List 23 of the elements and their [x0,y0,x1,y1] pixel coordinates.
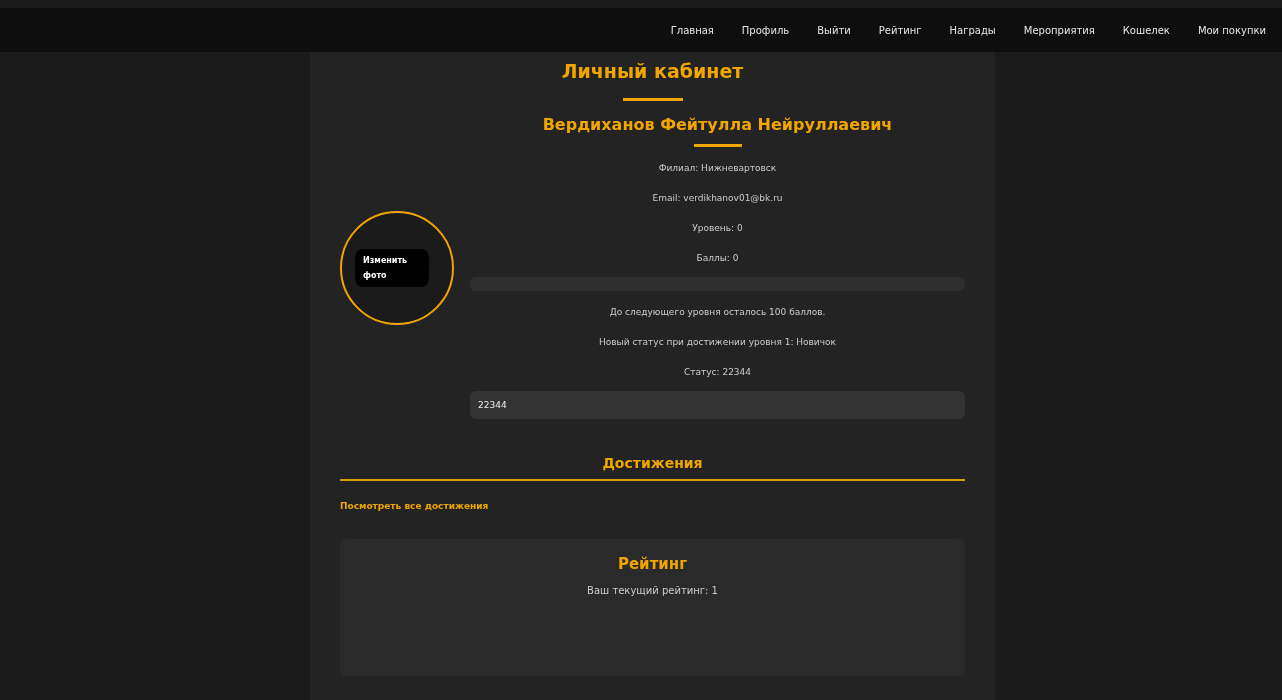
nav-link[interactable]: Кошелек [1108,24,1184,36]
nav-link[interactable]: Главная [656,24,728,36]
info-text: Email: verdikhanov01@bk.ru [652,193,783,203]
nav-link[interactable]: Профиль [727,24,804,36]
page-title: Личный кабинет [560,60,745,82]
info-text: Уровень: 0 [692,223,743,233]
section-title: Достижения [601,455,704,471]
change-photo-button[interactable]: Изменить фото [355,249,429,287]
nav-link[interactable]: Награды [935,24,1010,36]
user-name: Вердиханов Фейтулла Нейруллаевич [542,115,893,134]
rating-title: Рейтинг [616,555,689,573]
info-text: Баллы: 0 [696,253,739,263]
info-text: До следующего уровня осталось 100 баллов. [609,307,826,317]
info-text: Статус: 22344 [683,367,752,377]
info-text: Новый статус при достижении уровня 1: Новичок [599,337,836,347]
nav-link[interactable]: Рейтинг [864,24,936,36]
nav-link[interactable]: Мои покупки [1183,24,1280,36]
nav-link[interactable]: Выйти [803,24,865,36]
nav-link[interactable]: Мероприятия [1009,24,1109,36]
rating-text: Ваш текущий рейтинг: 1 [586,585,719,596]
info-text: Филиал: Нижневартовск [658,163,777,173]
status-field[interactable]: 22344 [470,391,965,419]
achievements-link[interactable]: Посмотреть все достижения [340,501,489,511]
